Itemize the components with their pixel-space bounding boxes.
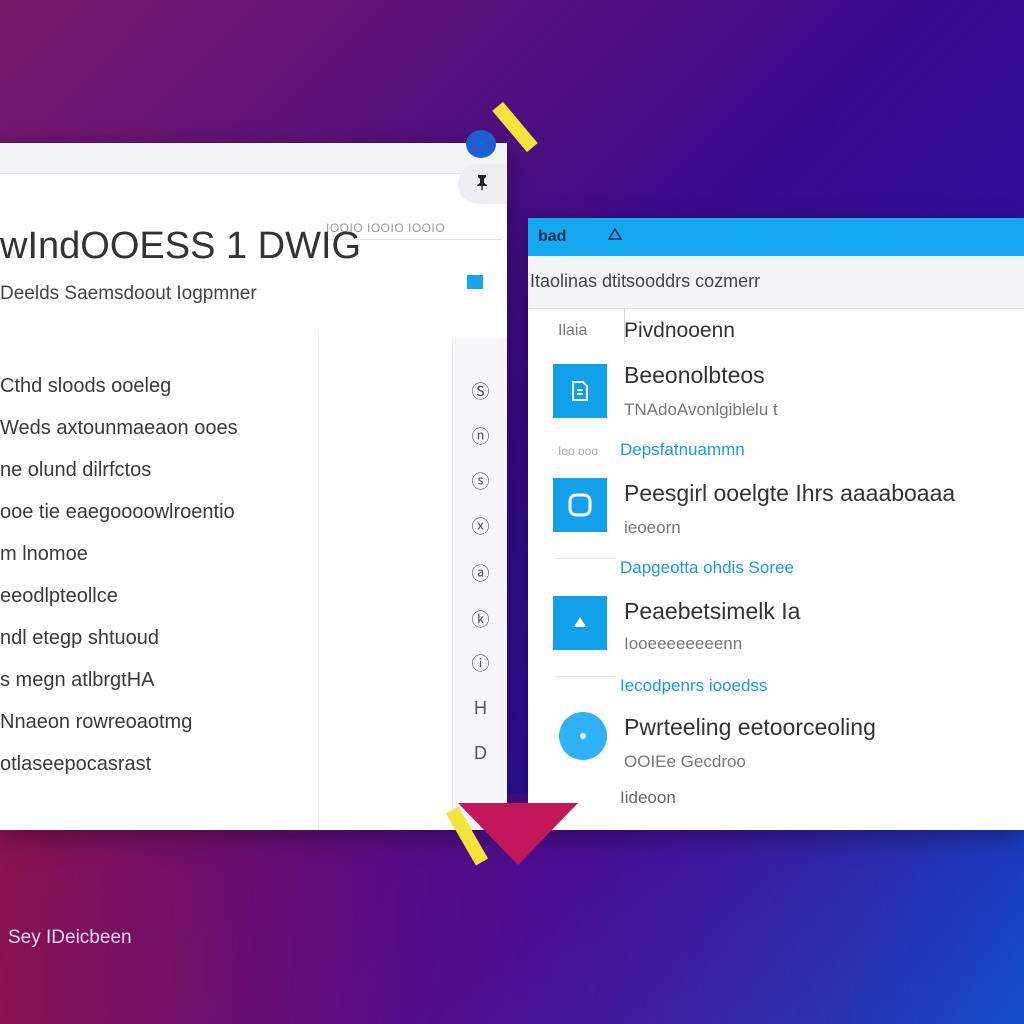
rail-icon[interactable]: H [453,698,507,719]
list-item[interactable]: otlaseepocasrast [0,749,300,791]
right-window-titlebar: bad [528,218,1024,256]
item-subtitle: TNAdoAvonlgiblelu t [624,400,778,419]
list-item[interactable]: Pwrteeling eetoorceoling OOIEe Gecdroo I… [528,712,1024,822]
toolbar-text: Itaolinas dtitsooddrs cozmerr [530,271,761,291]
rail-icon[interactable]: ⓚ [453,606,507,632]
vertical-divider [318,331,319,830]
item-subtitle: Iooeeeeeeeenn [624,634,743,653]
list-item[interactable]: Peesgirl ooelgte Ihrs aaaaboaaa ieoeorn … [528,478,1024,588]
list-item[interactable]: ne olund dilrfctos [0,455,300,497]
list-item[interactable]: m lnomoe [0,539,300,581]
list-item[interactable]: Weds axtounmaeaon ooes [0,413,300,455]
circle-icon [559,712,607,760]
item-title: Peesgirl ooelgte Ihrs aaaaboaaa [624,480,956,506]
item-link[interactable]: Iideoon [620,788,676,808]
header-label: Ilaia [558,322,588,339]
rail-icon[interactable]: ⓘ [453,650,507,676]
rail-icon[interactable]: ⓝ [453,423,507,449]
page-title: wIndOOESS 1 DWIG [0,225,362,267]
rail-icon[interactable]: Ⓢ [453,378,507,404]
document-icon [553,364,607,418]
footer-label: Sey IDeicbeen [8,927,132,948]
rail-icon[interactable]: ⓢ [453,468,507,494]
item-subtitle: OOIEe Gecdroo [624,752,746,771]
list-item[interactable]: Peaebetsimelk Ia Iooeeeeeeeenn Iecodpenr… [528,596,1024,696]
item-title: Pwrteeling eetoorceoling [624,714,876,740]
window-icon [553,478,607,532]
item-link[interactable]: Dapgeotta ohdis Soree [620,558,794,578]
list-item[interactable]: ooe tie eaegoooowlroentio [0,497,300,539]
item-link[interactable]: Depsfatnuammn [620,440,745,460]
separator [556,558,616,559]
item-title: Peaebetsimelk Ia [624,598,801,624]
list-item[interactable]: Cthd sloods ooeleg [0,371,300,413]
pin-glyph-icon [477,175,487,190]
rail-icon[interactable]: ⓐ [453,560,507,586]
left-window: IOOIO IOOIO IOOIO wIndOOESS 1 DWIG Deeld… [0,143,507,830]
right-window: bad Itaolinas dtitsooddrs cozmerr Ilaia … [528,218,1024,830]
decor-dot [466,130,496,158]
item-subtitle: ieoeorn [624,518,681,537]
side-rail: Ⓢ ⓝ ⓢ ⓧ ⓐ ⓚ ⓘ H D [452,338,507,830]
item-link[interactable]: Iecodpenrs iooedss [620,676,767,696]
list-item[interactable]: eeodlpteollce [0,581,300,623]
rail-icon[interactable]: ⓧ [453,513,507,539]
list-item[interactable]: s megn atlbrgtHA [0,665,300,707]
header-text: Pivdnooenn [624,319,735,342]
separator [556,676,616,677]
bell-icon [553,596,607,650]
link-label: Ioo ooo [558,444,599,458]
item-title: Beeonolbteos [624,362,765,388]
accent-square-icon[interactable] [467,275,483,289]
right-window-toolbar: Itaolinas dtitsooddrs cozmerr [528,256,1024,309]
rail-icon[interactable]: D [453,743,507,764]
list-item[interactable]: ndl etegp shtuoud [0,623,300,665]
app-label: bad [538,228,567,245]
left-window-topbar [0,143,507,174]
pin-icon[interactable] [458,164,506,204]
app-icon [607,227,623,244]
list-item[interactable]: Nnaeon rowreoaotmg [0,707,300,749]
settings-list: Cthd sloods ooeleg Weds axtounmaeaon ooe… [0,371,300,791]
page-subtitle: Deelds Saemsdoout Iogpmner [0,283,257,304]
list-item[interactable]: Beeonolbteos TNAdoAvonlgiblelu t Ioo ooo… [528,362,1024,484]
